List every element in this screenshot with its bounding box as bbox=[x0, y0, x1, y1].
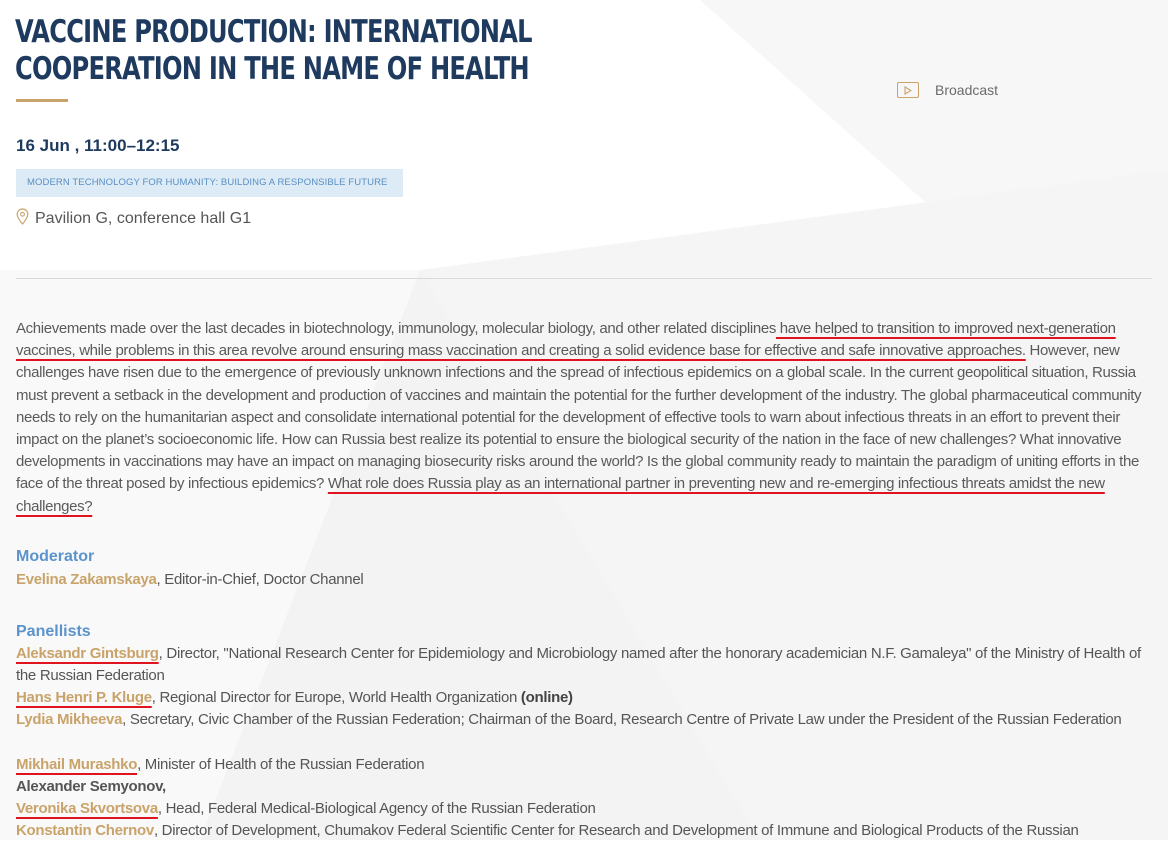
page-title: Vaccine Production: International Cooper… bbox=[15, 14, 533, 87]
session-date: 16 Jun , 11:00–12:15 bbox=[16, 136, 180, 155]
panellist-role: , Minister of Health of the Russian Fede… bbox=[137, 756, 425, 773]
panellist-role: , Secretary, Civic Chamber of the Russia… bbox=[122, 711, 1122, 728]
session-location: Pavilion G, conference hall G1 bbox=[16, 208, 251, 230]
play-icon bbox=[897, 82, 919, 98]
panellist-entry: Hans Henri P. Kluge, Regional Director f… bbox=[16, 687, 1156, 709]
panellist-name[interactable]: Aleksandr Gintsburg bbox=[16, 645, 159, 662]
panellist-entry: Mikhail Murashko, Minister of Health of … bbox=[16, 754, 1156, 776]
location-label: Pavilion G, conference hall G1 bbox=[35, 210, 252, 227]
panellist-role: , Head, Federal Medical-Biological Agenc… bbox=[157, 800, 596, 817]
description-part-2: However, new challenges have risen due t… bbox=[16, 342, 1142, 493]
session-description: Achievements made over the last decades … bbox=[16, 318, 1156, 518]
moderator-heading: Moderator bbox=[16, 548, 95, 565]
panellist-entry: Alexander Semyonov, bbox=[16, 776, 1156, 798]
panellist-name: Alexander Semyonov, bbox=[16, 778, 166, 795]
panellist-name[interactable]: Hans Henri P. Kluge bbox=[16, 689, 152, 706]
section-divider bbox=[16, 278, 1152, 279]
moderator-role: , Editor-in-Chief, Doctor Channel bbox=[156, 571, 364, 588]
title-accent-bar bbox=[16, 99, 68, 102]
location-pin-icon bbox=[16, 208, 29, 230]
broadcast-link[interactable]: Broadcast bbox=[897, 80, 998, 100]
panellist-entry: Veronika Skvortsova, Head, Federal Medic… bbox=[16, 798, 1156, 820]
description-part-1: Achievements made over the last decades … bbox=[16, 320, 776, 337]
panellist-name[interactable]: Konstantin Chernov bbox=[16, 822, 154, 839]
panellist-entry: Lydia Mikheeva, Secretary, Civic Chamber… bbox=[16, 709, 1156, 731]
track-tag[interactable]: Modern Technology for Humanity: Building… bbox=[16, 169, 403, 197]
online-badge: (online) bbox=[520, 689, 573, 706]
panellist-name[interactable]: Mikhail Murashko bbox=[16, 756, 137, 773]
panellists-heading: Panellists bbox=[16, 623, 91, 640]
panellist-name[interactable]: Veronika Skvortsova bbox=[16, 800, 158, 817]
moderator-name[interactable]: Evelina Zakamskaya bbox=[16, 571, 157, 588]
panellist-entry: Konstantin Chernov, Director of Developm… bbox=[16, 820, 1156, 842]
panellist-entry: Aleksandr Gintsburg, Director, "National… bbox=[16, 643, 1156, 687]
broadcast-label: Broadcast bbox=[935, 82, 999, 98]
moderator-entry: Evelina Zakamskaya, Editor-in-Chief, Doc… bbox=[16, 569, 1156, 591]
panellist-role: , Regional Director for Europe, World He… bbox=[151, 689, 521, 706]
panellist-role: , Director of Development, Chumakov Fede… bbox=[153, 822, 1079, 839]
panellist-name[interactable]: Lydia Mikheeva bbox=[16, 711, 122, 728]
panellist-role: , Director, "National Research Center fo… bbox=[16, 645, 1141, 684]
